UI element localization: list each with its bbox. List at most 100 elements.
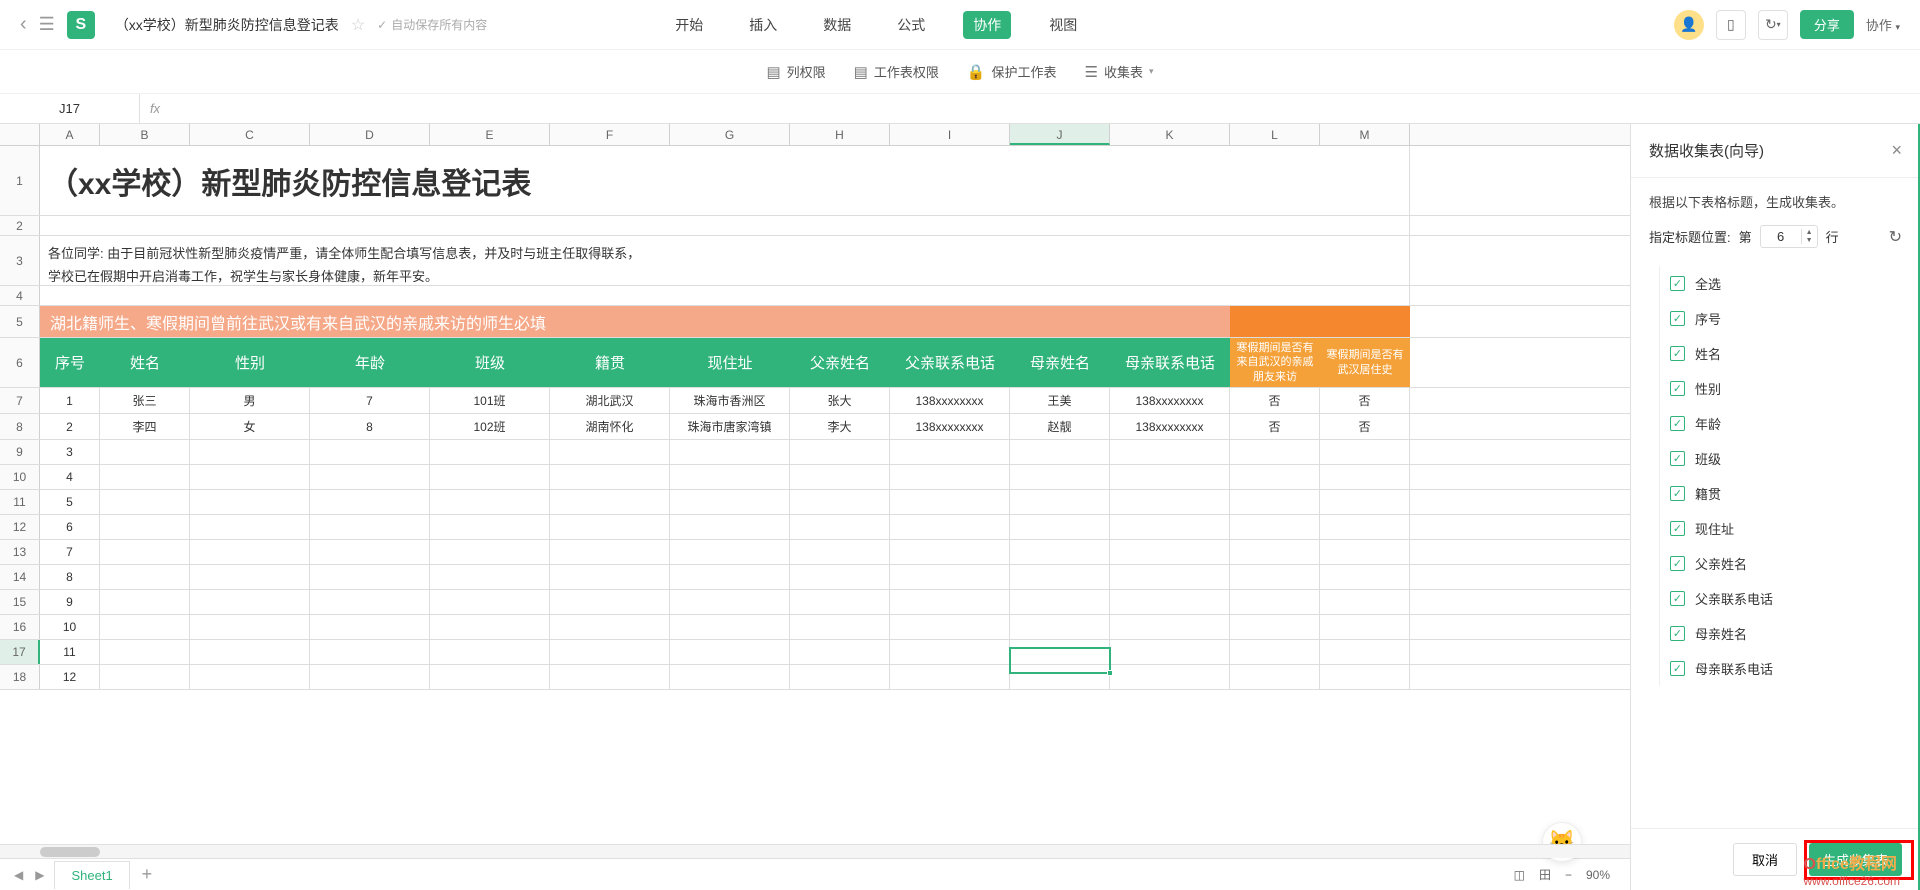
col-header-A[interactable]: A	[40, 124, 100, 145]
checkbox-icon[interactable]: ✓	[1670, 556, 1685, 571]
menu-collab[interactable]: 协作	[963, 11, 1011, 39]
present-icon[interactable]: ▯	[1716, 10, 1746, 40]
sheet-tab[interactable]: Sheet1	[54, 861, 129, 889]
col-header-H[interactable]: H	[790, 124, 890, 145]
table-row[interactable]: 93	[0, 440, 1630, 465]
zoom-out-icon[interactable]: −	[1565, 868, 1572, 882]
menu-view[interactable]: 视图	[1041, 11, 1085, 39]
section-header-orange[interactable]	[1230, 306, 1410, 337]
avatar-icon[interactable]: 👤	[1674, 10, 1704, 40]
table-row[interactable]: 137	[0, 540, 1630, 565]
row-header[interactable]: 11	[0, 490, 40, 514]
th-wuhan-history[interactable]: 寒假期间是否有武汉居住史	[1320, 338, 1410, 387]
checkbox-icon[interactable]: ✓	[1670, 591, 1685, 606]
menu-insert[interactable]: 插入	[741, 11, 785, 39]
row-spinner[interactable]: 6 ▲▼	[1760, 225, 1818, 248]
horizontal-scrollbar[interactable]	[0, 844, 1630, 858]
hamburger-icon[interactable]: ☰	[39, 14, 55, 35]
table-row[interactable]: 159	[0, 590, 1630, 615]
row-header[interactable]: 18	[0, 665, 40, 689]
col-header-C[interactable]: C	[190, 124, 310, 145]
checkbox-icon[interactable]: ✓	[1670, 661, 1685, 676]
back-icon[interactable]: ‹	[20, 13, 27, 36]
description-cell[interactable]: 各位同学: 由于目前冠状性新型肺炎疫情严重，请全体师生配合填写信息表，并及时与班…	[40, 236, 1410, 285]
cancel-button[interactable]: 取消	[1733, 843, 1797, 876]
col-header-B[interactable]: B	[100, 124, 190, 145]
menu-start[interactable]: 开始	[667, 11, 711, 39]
ribbon-sheet-permission[interactable]: ▤工作表权限	[854, 62, 939, 81]
sheet-title[interactable]: （xx学校）新型肺炎防控信息登记表	[40, 146, 1410, 215]
row-header[interactable]: 4	[0, 286, 40, 305]
check-item[interactable]: ✓全选	[1662, 266, 1902, 301]
table-row[interactable]: 1610	[0, 615, 1630, 640]
th-father[interactable]: 父亲姓名	[790, 338, 890, 387]
check-item[interactable]: ✓父亲姓名	[1662, 546, 1902, 581]
check-item[interactable]: ✓父亲联系电话	[1662, 581, 1902, 616]
check-item[interactable]: ✓母亲联系电话	[1662, 651, 1902, 686]
ribbon-collect-form[interactable]: ☰收集表▾	[1085, 62, 1154, 81]
cell[interactable]	[40, 216, 1410, 235]
col-header-I[interactable]: I	[890, 124, 1010, 145]
section-header-pink[interactable]: 湖北籍师生、寒假期间曾前往武汉或有来自武汉的亲戚来访的师生必填	[40, 306, 1230, 337]
table-row[interactable]: 126	[0, 515, 1630, 540]
tab-next-icon[interactable]: ▶	[29, 868, 50, 882]
ribbon-col-permission[interactable]: ▤列权限	[766, 62, 825, 81]
collab-link[interactable]: 协作 ▾	[1866, 15, 1900, 34]
check-item[interactable]: ✓班级	[1662, 441, 1902, 476]
check-item[interactable]: ✓母亲姓名	[1662, 616, 1902, 651]
table-row[interactable]: 1812	[0, 665, 1630, 690]
row-header[interactable]: 6	[0, 338, 40, 387]
th-mother-phone[interactable]: 母亲联系电话	[1110, 338, 1230, 387]
checkbox-icon[interactable]: ✓	[1670, 346, 1685, 361]
row-header[interactable]: 1	[0, 146, 40, 215]
add-sheet-icon[interactable]: +	[130, 864, 165, 885]
table-row[interactable]: 1711	[0, 640, 1630, 665]
checkbox-icon[interactable]: ✓	[1670, 381, 1685, 396]
check-item[interactable]: ✓年龄	[1662, 406, 1902, 441]
col-header-D[interactable]: D	[310, 124, 430, 145]
row-header[interactable]: 14	[0, 565, 40, 589]
col-header-E[interactable]: E	[430, 124, 550, 145]
th-gender[interactable]: 性别	[190, 338, 310, 387]
close-icon[interactable]: ×	[1891, 140, 1902, 161]
share-button[interactable]: 分享	[1800, 10, 1854, 39]
spinner-up-icon[interactable]: ▲	[1802, 229, 1817, 237]
row-header[interactable]: 5	[0, 306, 40, 337]
menu-formula[interactable]: 公式	[889, 11, 933, 39]
formula-input[interactable]	[170, 94, 1920, 123]
th-seq[interactable]: 序号	[40, 338, 100, 387]
row-header[interactable]: 12	[0, 515, 40, 539]
row-header[interactable]: 3	[0, 236, 40, 285]
th-class[interactable]: 班级	[430, 338, 550, 387]
checkbox-icon[interactable]: ✓	[1670, 451, 1685, 466]
col-header-K[interactable]: K	[1110, 124, 1230, 145]
checkbox-icon[interactable]: ✓	[1670, 311, 1685, 326]
checkbox-icon[interactable]: ✓	[1670, 521, 1685, 536]
menu-data[interactable]: 数据	[815, 11, 859, 39]
spinner-down-icon[interactable]: ▼	[1802, 237, 1817, 245]
check-item[interactable]: ✓序号	[1662, 301, 1902, 336]
ribbon-protect-sheet[interactable]: 🔒保护工作表	[967, 62, 1057, 81]
checkbox-icon[interactable]: ✓	[1670, 416, 1685, 431]
row-header[interactable]: 2	[0, 216, 40, 235]
row-header[interactable]: 15	[0, 590, 40, 614]
th-origin[interactable]: 籍贯	[550, 338, 670, 387]
cell[interactable]	[40, 286, 1410, 305]
refresh-icon[interactable]: ↻	[1889, 227, 1902, 247]
row-header[interactable]: 9	[0, 440, 40, 464]
checkbox-icon[interactable]: ✓	[1670, 486, 1685, 501]
row-header[interactable]: 8	[0, 414, 40, 439]
grid-icon[interactable]: 田	[1539, 866, 1551, 883]
tab-prev-icon[interactable]: ◀	[8, 868, 29, 882]
row-header[interactable]: 13	[0, 540, 40, 564]
col-header-L[interactable]: L	[1230, 124, 1320, 145]
col-header-M[interactable]: M	[1320, 124, 1410, 145]
star-icon[interactable]: ☆	[351, 15, 365, 35]
table-row[interactable]: 7 1 张三 男 7 101班 湖北武汉 珠海市香洲区 张大 138xxxxxx…	[0, 388, 1630, 414]
th-address[interactable]: 现住址	[670, 338, 790, 387]
table-row[interactable]: 148	[0, 565, 1630, 590]
row-header[interactable]: 7	[0, 388, 40, 413]
checkbox-icon[interactable]: ✓	[1670, 276, 1685, 291]
check-item[interactable]: ✓籍贯	[1662, 476, 1902, 511]
col-header-F[interactable]: F	[550, 124, 670, 145]
